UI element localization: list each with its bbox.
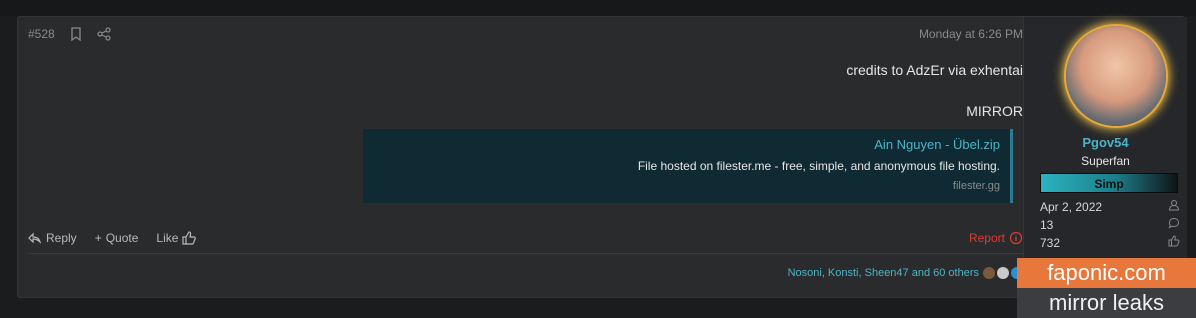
joined-value: Apr 2, 2022 — [1040, 199, 1103, 214]
user-sidebar: Pgov54 Superfan Simp Apr 2, 2022 13 732 — [1023, 17, 1187, 297]
comment-icon — [1168, 217, 1180, 232]
post-text-line: credits to AdzEr via exhentai — [846, 62, 1023, 78]
username-link[interactable]: Pgov54 — [1024, 135, 1187, 150]
bottom-strip — [0, 298, 1017, 318]
user-title: Superfan — [1081, 154, 1130, 168]
post-text-mirror: MIRROR — [966, 103, 1023, 119]
user-messages-stat: 13 — [1040, 217, 1180, 232]
post-timestamp[interactable]: Monday at 6:26 PM — [919, 27, 1023, 41]
user-banner: Simp — [1040, 173, 1178, 193]
reactions-value: 732 — [1040, 235, 1061, 250]
plus-icon: + — [94, 231, 102, 245]
thumbs-up-icon — [182, 231, 197, 245]
watermark-tagline: mirror leaks — [1017, 288, 1196, 318]
reply-label: Reply — [46, 231, 77, 245]
report-button[interactable]: Report — [969, 231, 1023, 245]
like-button[interactable]: Like — [156, 231, 197, 245]
post-header-tools: #528 — [28, 27, 111, 41]
like-label: Like — [156, 231, 179, 245]
reply-icon — [28, 231, 42, 245]
user-joined-stat: Apr 2, 2022 — [1040, 199, 1180, 214]
info-icon — [1009, 231, 1023, 245]
link-preview-description: File hosted on filester.me - free, simpl… — [637, 159, 1000, 173]
post-main: #528 Monday at 6:26 PM credits to AdzEr … — [18, 17, 1023, 297]
share-icon[interactable] — [97, 27, 111, 41]
user-reactions-stat: 732 — [1040, 235, 1180, 250]
forum-post: #528 Monday at 6:26 PM credits to AdzEr … — [17, 16, 1187, 298]
actions-divider — [28, 253, 1023, 254]
report-label: Report — [968, 231, 1005, 245]
post-actions: Reply + Quote Like — [28, 231, 197, 245]
user-avatar[interactable] — [1066, 26, 1166, 126]
link-preview-card[interactable]: Ain Nguyen - Übel.zip File hosted on fil… — [363, 129, 1013, 203]
reaction-heart-icon — [997, 267, 1009, 279]
post-number-link[interactable]: #528 — [28, 27, 55, 41]
top-strip — [0, 0, 1196, 16]
messages-value: 13 — [1040, 217, 1054, 232]
reactions-bar[interactable]: Nosoni, Konsti, Sheen47 and 60 others — [788, 267, 1023, 279]
watermark-site: faponic.com — [1017, 258, 1196, 288]
reactions-summary[interactable]: Nosoni, Konsti, Sheen47 and 60 others — [788, 267, 979, 279]
reply-button[interactable]: Reply — [28, 231, 77, 245]
user-icon — [1168, 199, 1180, 214]
quote-label: Quote — [105, 231, 139, 245]
reaction-emoji-icon — [983, 267, 995, 279]
thumbs-up-icon — [1168, 235, 1180, 250]
bookmark-icon[interactable] — [69, 27, 83, 41]
link-preview-title[interactable]: Ain Nguyen - Übel.zip — [373, 137, 1000, 152]
quote-button[interactable]: + Quote — [95, 231, 139, 245]
link-preview-domain: filester.gg — [952, 180, 1000, 192]
